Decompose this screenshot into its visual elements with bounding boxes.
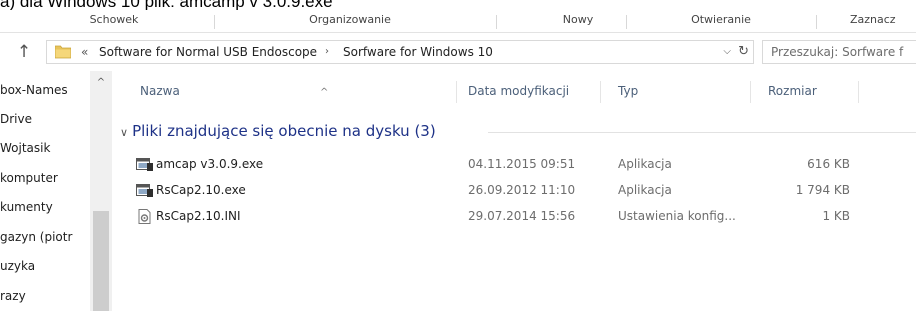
sort-ascending-icon: ^: [320, 87, 329, 98]
breadcrumb-item-usb-endoscope[interactable]: Software for Normal USB Endoscope: [99, 44, 317, 60]
up-arrow-icon[interactable]: ↑: [14, 42, 34, 62]
nav-item-magazyn[interactable]: gazyn (piotr: [0, 226, 90, 248]
breadcrumb-separator: ›: [325, 46, 329, 57]
config-file-icon: [138, 209, 151, 224]
file-group-label: Pliki znajdujące się obecnie na dysku (3…: [132, 122, 436, 140]
file-type: Aplikacja: [618, 183, 672, 197]
ribbon-separator: [496, 15, 497, 29]
ribbon-group-otwieranie[interactable]: Otwieranie: [676, 10, 766, 32]
file-size: 1 KB: [822, 209, 850, 223]
file-size: 1 794 KB: [795, 183, 850, 197]
ribbon-group-nowy[interactable]: Nowy: [548, 10, 608, 32]
scroll-up-icon[interactable]: ^: [90, 75, 112, 91]
file-modified: 29.07.2014 15:56: [468, 209, 576, 223]
scrollbar-thumb[interactable]: [93, 211, 109, 311]
breadcrumb-item-windows-10[interactable]: Sorfware for Windows 10: [343, 44, 493, 60]
nav-scrollbar[interactable]: ^: [90, 71, 112, 311]
file-modified: 26.09.2012 11:10: [468, 183, 576, 197]
nav-item-box-names[interactable]: box-Names: [0, 79, 90, 101]
file-list: Nazwa ^ Data modyfikacji Typ Rozmiar ∨ Pl…: [112, 71, 916, 311]
column-header-name-label: Nazwa: [140, 84, 180, 98]
breadcrumb-overflow[interactable]: «: [81, 44, 88, 60]
nav-item-muzyka[interactable]: uzyka: [0, 255, 90, 277]
nav-item-wojtasik[interactable]: Wojtasik: [0, 137, 90, 159]
address-bar[interactable]: « Software for Normal USB Endoscope › So…: [46, 40, 754, 64]
navigation-pane: box-Names Drive Wojtasik komputer kument…: [0, 71, 112, 311]
nav-item-dokumenty[interactable]: kumenty: [0, 196, 90, 218]
table-row[interactable]: RsCap2.10.exe 26.09.2012 11:10 Aplikacja…: [112, 179, 916, 201]
file-group-header[interactable]: ∨ Pliki znajdujące się obecnie na dysku (…: [120, 120, 436, 142]
ribbon-group-bar: Schowek Organizowanie Nowy Otwieranie Za…: [0, 10, 916, 33]
address-row: ↑ « Software for Normal USB Endoscope › …: [0, 33, 916, 71]
group-divider: [488, 132, 916, 133]
nav-item-drive[interactable]: Drive: [0, 108, 90, 130]
file-name: amcap v3.0.9.exe: [156, 157, 264, 171]
column-separator[interactable]: [858, 81, 859, 103]
column-header-size[interactable]: Rozmiar: [768, 77, 878, 105]
file-size: 616 KB: [807, 157, 850, 171]
folder-icon: [55, 45, 71, 59]
column-header-modified[interactable]: Data modyfikacji: [468, 77, 598, 105]
file-modified: 04.11.2015 09:51: [468, 157, 576, 171]
search-input[interactable]: Przeszukaj: Sorfware f: [762, 40, 916, 64]
nav-item-obrazy[interactable]: razy: [0, 285, 90, 307]
ribbon-group-organizowanie[interactable]: Organizowanie: [290, 10, 410, 32]
file-type: Aplikacja: [618, 157, 672, 171]
ribbon-group-schowek[interactable]: Schowek: [62, 10, 166, 32]
application-icon: [136, 184, 153, 197]
column-separator[interactable]: [600, 81, 601, 103]
refresh-icon[interactable]: ↻: [738, 43, 749, 61]
column-header-name[interactable]: Nazwa ^: [140, 77, 470, 105]
column-separator[interactable]: [456, 81, 457, 103]
application-icon: [136, 158, 153, 171]
table-row[interactable]: amcap v3.0.9.exe 04.11.2015 09:51 Aplika…: [112, 153, 916, 175]
file-name: RsCap2.10.exe: [156, 183, 246, 197]
chevron-down-icon[interactable]: ∨: [120, 126, 128, 139]
file-type: Ustawienia konfig...: [618, 209, 736, 223]
file-name: RsCap2.10.INI: [156, 209, 241, 223]
chevron-down-icon[interactable]: ⌵: [723, 44, 731, 60]
ribbon-group-zaznacz[interactable]: Zaznacz: [840, 10, 916, 32]
ribbon-separator: [816, 15, 817, 29]
ribbon-separator: [214, 15, 215, 29]
column-separator[interactable]: [750, 81, 751, 103]
table-row[interactable]: RsCap2.10.INI 29.07.2014 15:56 Ustawieni…: [112, 205, 916, 227]
column-header-type[interactable]: Typ: [618, 77, 748, 105]
ribbon-separator: [626, 15, 627, 29]
nav-item-komputer[interactable]: komputer: [0, 167, 90, 189]
